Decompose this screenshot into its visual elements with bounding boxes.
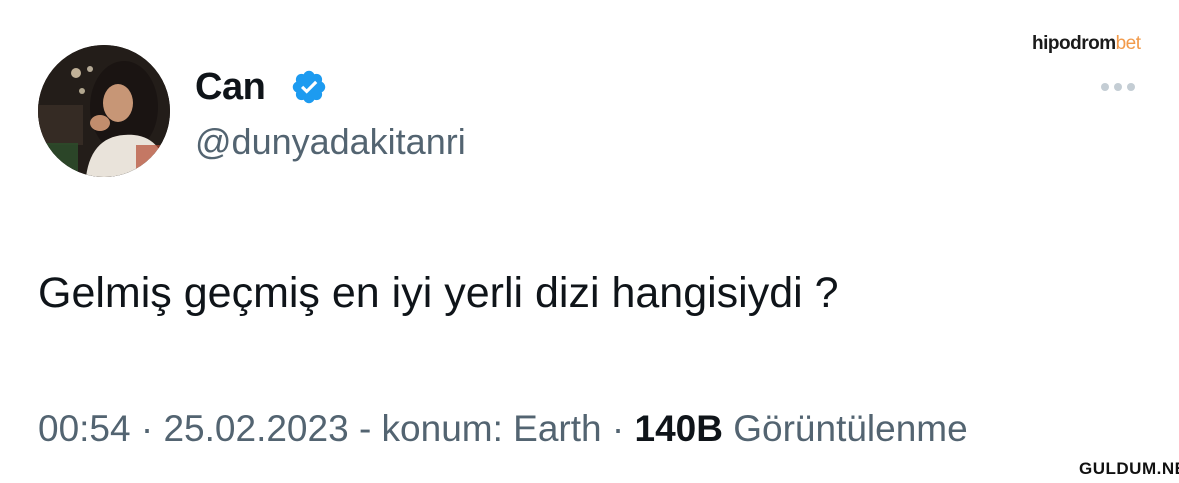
meta-separator: · xyxy=(601,408,635,449)
views-label: Görüntülenme xyxy=(722,408,968,449)
brand-watermark: hipodrombet xyxy=(1032,33,1141,55)
more-dot-icon xyxy=(1127,83,1135,91)
avatar-photo-icon xyxy=(38,45,170,177)
author-handle[interactable]: @dunyadakitanri xyxy=(195,120,466,164)
views-count[interactable]: 140B xyxy=(635,408,723,449)
brand-accent: bet xyxy=(1115,33,1141,54)
brand-main: hipodrom xyxy=(1032,33,1116,54)
tweet-card: hipodrombet Can @dunyadakitanri Gelmiş g… xyxy=(0,0,1179,483)
tweet-text: Gelmiş geçmiş en iyi yerli dizi hangisiy… xyxy=(38,269,839,317)
meta-separator: · xyxy=(130,408,164,449)
location-prefix: - konum: xyxy=(348,408,514,449)
more-dot-icon xyxy=(1101,83,1109,91)
site-watermark: GULDUM.NET xyxy=(1079,459,1179,479)
tweet-time[interactable]: 00:54 xyxy=(38,408,131,449)
more-dot-icon xyxy=(1114,83,1122,91)
author-name[interactable]: Can xyxy=(195,65,266,109)
tweet-location: Earth xyxy=(513,408,602,449)
avatar[interactable] xyxy=(38,45,170,177)
tweet-meta: 00:54 · 25.02.2023 - konum: Earth · 140B… xyxy=(38,405,968,453)
tweet-date[interactable]: 25.02.2023 xyxy=(163,408,348,449)
more-options-button[interactable] xyxy=(1101,80,1145,94)
verified-badge-icon xyxy=(292,70,326,104)
